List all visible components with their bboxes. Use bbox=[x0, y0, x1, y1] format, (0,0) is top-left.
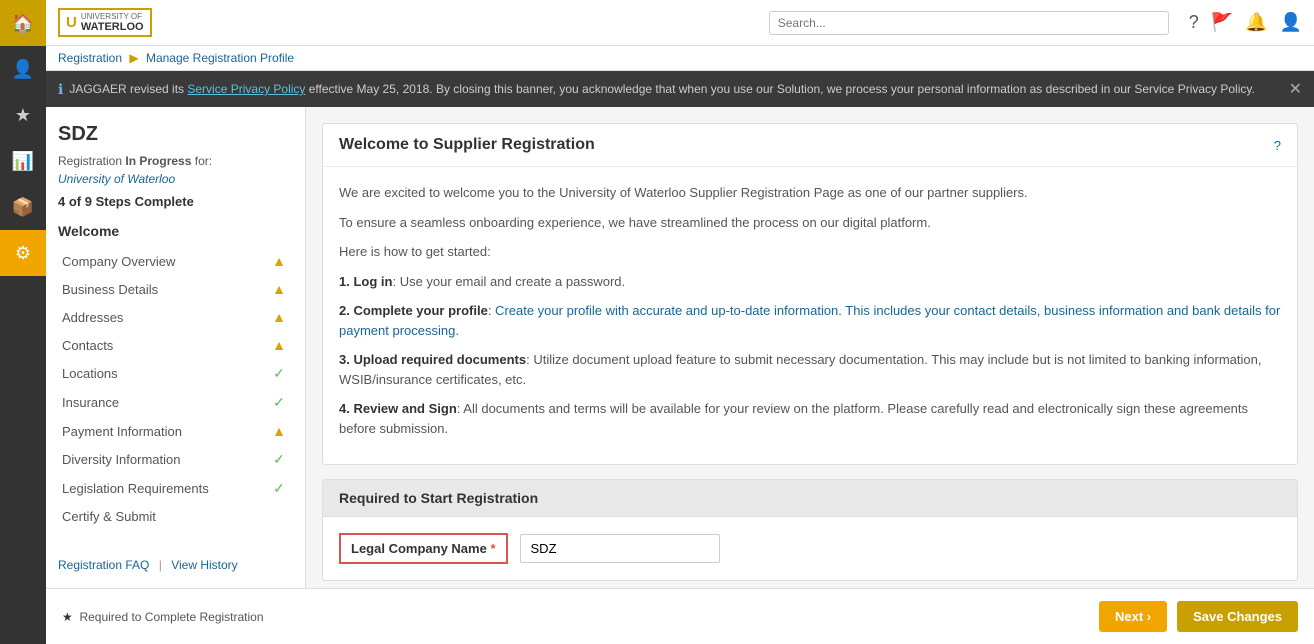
legal-company-row: Legal Company Name * bbox=[339, 533, 1281, 564]
welcome-para2: To ensure a seamless onboarding experien… bbox=[339, 213, 1281, 233]
check-icon-5: ✓ bbox=[269, 394, 289, 411]
welcome-para1: We are excited to welcome you to the Uni… bbox=[339, 183, 1281, 203]
sidebar-item-business-details[interactable]: Business Details ▲ bbox=[58, 275, 293, 303]
sidebar-status: Registration In Progress for: bbox=[58, 154, 293, 168]
nav-user[interactable]: 👤 bbox=[0, 46, 46, 92]
warning-icon-1: ▲ bbox=[269, 281, 289, 297]
uw-text: U bbox=[66, 14, 77, 31]
sidebar: SDZ Registration In Progress for: Univer… bbox=[46, 107, 306, 588]
warning-icon-0: ▲ bbox=[269, 253, 289, 269]
welcome-para3: Here is how to get started: bbox=[339, 242, 1281, 262]
breadcrumb: Registration ▶ Manage Registration Profi… bbox=[46, 46, 1314, 71]
sidebar-item-diversity[interactable]: Diversity Information ✓ bbox=[58, 445, 293, 474]
bell-icon[interactable]: 🔔 bbox=[1245, 12, 1267, 33]
banner-link[interactable]: Service Privacy Policy bbox=[187, 82, 305, 96]
banner-close[interactable]: ✕ bbox=[1289, 79, 1302, 99]
legal-company-input[interactable] bbox=[520, 534, 720, 563]
welcome-card-header: Welcome to Supplier Registration ? bbox=[323, 124, 1297, 167]
nav-gear[interactable]: ⚙ bbox=[0, 230, 46, 276]
help-button[interactable]: ? bbox=[1274, 138, 1281, 153]
check-icon-8: ✓ bbox=[269, 480, 289, 497]
nav-star[interactable]: ★ bbox=[0, 92, 46, 138]
required-section-header: Required to Start Registration bbox=[323, 480, 1297, 517]
footer-buttons: Next › Save Changes bbox=[1099, 601, 1298, 632]
uw-logo: U UNIVERSITY OF WATERLOO bbox=[58, 8, 152, 37]
top-bar-icons: ? 🚩 🔔 👤 bbox=[1189, 12, 1302, 33]
required-section: Required to Start Registration Legal Com… bbox=[322, 479, 1298, 581]
step-2: 2. Complete your profile: Create your pr… bbox=[339, 301, 1281, 340]
welcome-card-body: We are excited to welcome you to the Uni… bbox=[323, 167, 1297, 464]
faq-link[interactable]: Registration FAQ bbox=[58, 558, 149, 572]
history-link[interactable]: View History bbox=[171, 558, 237, 572]
required-star-footer: ★ bbox=[62, 610, 73, 624]
breadcrumb-manage[interactable]: Manage Registration Profile bbox=[146, 51, 294, 65]
sidebar-item-addresses[interactable]: Addresses ▲ bbox=[58, 303, 293, 331]
check-icon-7: ✓ bbox=[269, 451, 289, 468]
info-banner: ℹ JAGGAER revised its Service Privacy Po… bbox=[46, 71, 1314, 107]
nav-package[interactable]: 📦 bbox=[0, 184, 46, 230]
sidebar-steps: 4 of 9 Steps Complete bbox=[58, 194, 293, 209]
sidebar-university: University of Waterloo bbox=[58, 172, 293, 186]
info-icon: ℹ bbox=[58, 81, 63, 98]
nav-home[interactable]: 🏠 bbox=[0, 0, 46, 46]
welcome-steps: 1. Log in: Use your email and create a p… bbox=[339, 272, 1281, 439]
legal-company-label: Legal Company Name * bbox=[339, 533, 508, 564]
sidebar-item-legislation[interactable]: Legislation Requirements ✓ bbox=[58, 474, 293, 503]
next-button[interactable]: Next › bbox=[1099, 601, 1167, 632]
content-footer: ★ Required to Complete Registration Next… bbox=[46, 588, 1314, 644]
main-wrapper: U UNIVERSITY OF WATERLOO ? 🚩 🔔 👤 Registr… bbox=[46, 0, 1314, 644]
required-star: * bbox=[490, 541, 495, 556]
nav-chart[interactable]: 📊 bbox=[0, 138, 46, 184]
content-area: Welcome to Supplier Registration ? We ar… bbox=[306, 107, 1314, 588]
warning-icon-2: ▲ bbox=[269, 309, 289, 325]
user-icon[interactable]: 👤 bbox=[1280, 12, 1302, 33]
logo-area: U UNIVERSITY OF WATERLOO bbox=[58, 8, 749, 37]
help-icon[interactable]: ? bbox=[1189, 12, 1199, 33]
required-section-body: Legal Company Name * bbox=[323, 517, 1297, 580]
link-sep: | bbox=[159, 558, 162, 572]
step-3: 3. Upload required documents: Utilize do… bbox=[339, 350, 1281, 389]
company-name: SDZ bbox=[58, 123, 293, 146]
breadcrumb-registration[interactable]: Registration bbox=[58, 51, 122, 65]
logo-waterloo: WATERLOO bbox=[81, 21, 144, 33]
footer-note: ★ Required to Complete Registration bbox=[62, 610, 264, 624]
search-input[interactable] bbox=[769, 11, 1169, 35]
sidebar-item-insurance[interactable]: Insurance ✓ bbox=[58, 388, 293, 417]
welcome-card: Welcome to Supplier Registration ? We ar… bbox=[322, 123, 1298, 465]
sidebar-item-locations[interactable]: Locations ✓ bbox=[58, 359, 293, 388]
sidebar-item-payment[interactable]: Payment Information ▲ bbox=[58, 417, 293, 445]
welcome-title: Welcome to Supplier Registration bbox=[339, 136, 595, 154]
search-bar bbox=[769, 11, 1169, 35]
banner-text: JAGGAER revised its bbox=[69, 82, 184, 96]
body-area: SDZ Registration In Progress for: Univer… bbox=[46, 107, 1314, 588]
sidebar-item-contacts[interactable]: Contacts ▲ bbox=[58, 331, 293, 359]
banner-text2: effective May 25, 2018. By closing this … bbox=[309, 82, 1255, 96]
sidebar-section-title: Welcome bbox=[58, 223, 293, 239]
sidebar-item-company-overview[interactable]: Company Overview ▲ bbox=[58, 247, 293, 275]
icon-bar: 🏠 👤 ★ 📊 📦 ⚙ bbox=[0, 0, 46, 644]
top-bar: U UNIVERSITY OF WATERLOO ? 🚩 🔔 👤 bbox=[46, 0, 1314, 46]
save-button[interactable]: Save Changes bbox=[1177, 601, 1298, 632]
check-icon-4: ✓ bbox=[269, 365, 289, 382]
step-1: 1. Log in: Use your email and create a p… bbox=[339, 272, 1281, 292]
flag-icon[interactable]: 🚩 bbox=[1211, 12, 1233, 33]
step-4: 4. Review and Sign: All documents and te… bbox=[339, 399, 1281, 438]
footer-note-text: Required to Complete Registration bbox=[79, 610, 263, 624]
breadcrumb-sep: ▶ bbox=[129, 51, 138, 65]
warning-icon-3: ▲ bbox=[269, 337, 289, 353]
sidebar-item-certify[interactable]: Certify & Submit bbox=[58, 503, 293, 530]
sidebar-links: Registration FAQ | View History bbox=[58, 542, 293, 572]
warning-icon-6: ▲ bbox=[269, 423, 289, 439]
logo-university: UNIVERSITY OF bbox=[81, 12, 144, 21]
